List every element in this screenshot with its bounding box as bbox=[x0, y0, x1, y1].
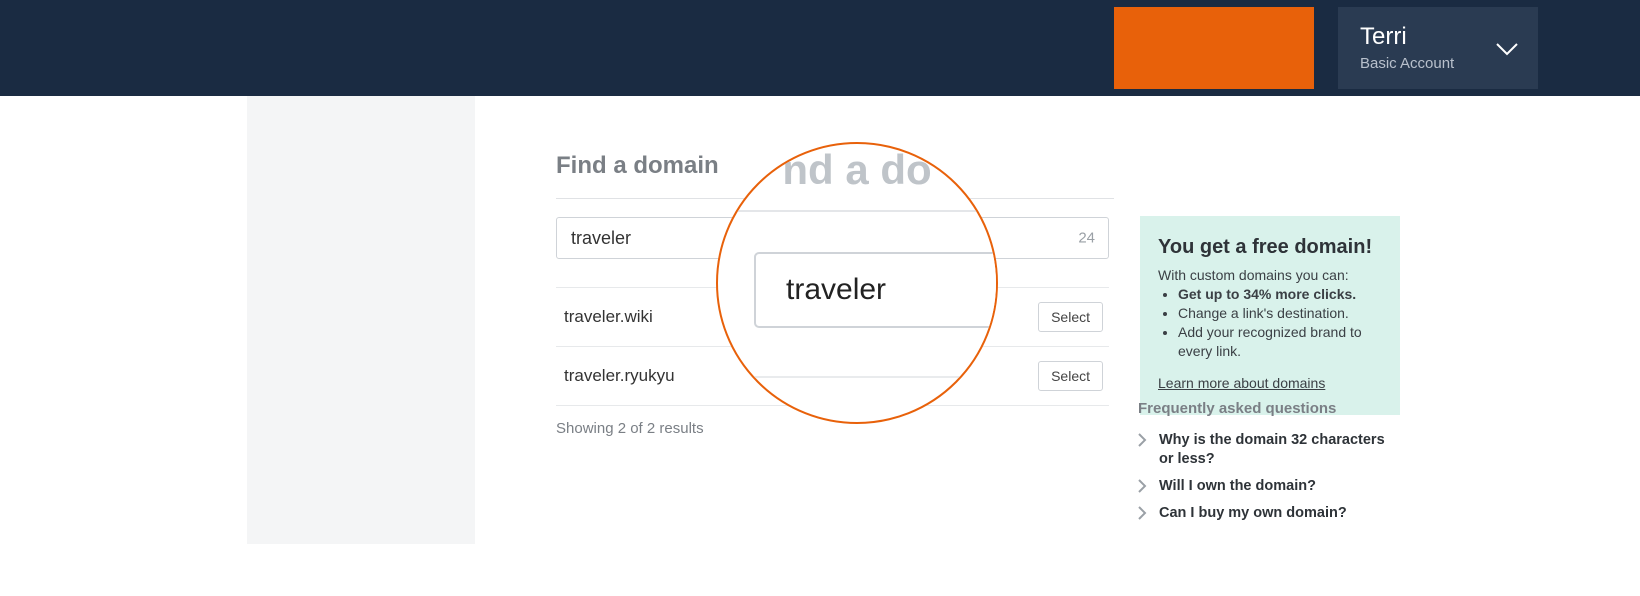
faq-question: Can I buy my own domain? bbox=[1159, 504, 1347, 523]
domain-search-input[interactable] bbox=[556, 217, 1109, 259]
promo-bullet: Change a link's destination. bbox=[1178, 304, 1382, 323]
char-counter: 24 bbox=[1078, 230, 1095, 247]
page-title: Find a domain bbox=[556, 152, 1398, 180]
chevron-right-icon bbox=[1138, 479, 1147, 493]
promo-link[interactable]: Learn more about domains bbox=[1158, 375, 1325, 391]
promo-bullet: Get up to 34% more clicks. bbox=[1178, 285, 1382, 304]
chevron-right-icon bbox=[1138, 506, 1147, 520]
faq-item[interactable]: Will I own the domain? bbox=[1138, 477, 1400, 496]
result-row: traveler.wiki Select bbox=[556, 287, 1109, 347]
sidebar bbox=[247, 96, 475, 544]
result-row: traveler.ryukyu Select bbox=[556, 347, 1109, 406]
domain-search-wrap: 24 bbox=[556, 217, 1109, 259]
select-button[interactable]: Select bbox=[1038, 302, 1103, 332]
faq-section: Frequently asked questions Why is the do… bbox=[1138, 400, 1400, 530]
user-tier: Basic Account bbox=[1360, 55, 1454, 72]
chevron-down-icon bbox=[1496, 43, 1518, 62]
promo-list: Get up to 34% more clicks. Change a link… bbox=[1158, 285, 1382, 361]
faq-question: Will I own the domain? bbox=[1159, 477, 1316, 496]
user-info: Terri Basic Account bbox=[1360, 24, 1454, 71]
upgrade-button[interactable] bbox=[1114, 7, 1314, 89]
promo-bullet: Add your recognized brand to every link. bbox=[1178, 323, 1382, 361]
user-name: Terri bbox=[1360, 24, 1454, 50]
faq-title: Frequently asked questions bbox=[1138, 400, 1400, 417]
user-menu[interactable]: Terri Basic Account bbox=[1338, 7, 1538, 89]
faq-item[interactable]: Can I buy my own domain? bbox=[1138, 504, 1400, 523]
result-domain: traveler.ryukyu bbox=[564, 366, 675, 386]
promo-title: You get a free domain! bbox=[1158, 236, 1382, 259]
top-nav: Terri Basic Account bbox=[0, 0, 1640, 96]
divider bbox=[556, 198, 1114, 199]
faq-item[interactable]: Why is the domain 32 characters or less? bbox=[1138, 431, 1400, 469]
chevron-right-icon bbox=[1138, 433, 1147, 447]
select-button[interactable]: Select bbox=[1038, 361, 1103, 391]
promo-panel: You get a free domain! With custom domai… bbox=[1140, 216, 1400, 415]
result-domain: traveler.wiki bbox=[564, 307, 653, 327]
faq-question: Why is the domain 32 characters or less? bbox=[1159, 431, 1400, 469]
results-list: traveler.wiki Select traveler.ryukyu Sel… bbox=[556, 287, 1109, 406]
promo-lead: With custom domains you can: bbox=[1158, 267, 1382, 283]
